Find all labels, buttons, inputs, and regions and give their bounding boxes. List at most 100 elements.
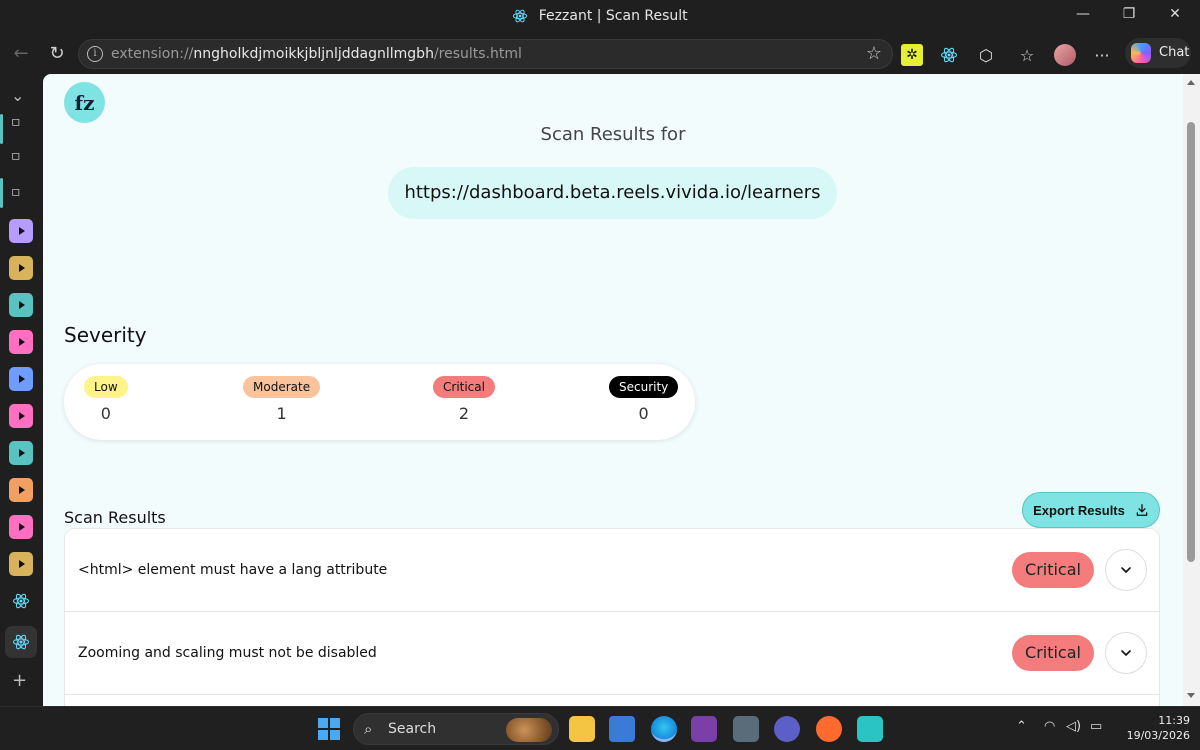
minimize-button[interactable]: — xyxy=(1060,6,1106,22)
severity-badge: Moderate xyxy=(243,376,321,398)
severity-count: 0 xyxy=(638,404,649,423)
window-title: Fezzant | Scan Result xyxy=(0,8,1200,24)
favorites-icon[interactable]: ☆ xyxy=(1016,44,1038,66)
clock-time: 11:39 xyxy=(1158,714,1190,727)
wifi-icon[interactable]: ◠ xyxy=(1044,719,1055,734)
tab-page-icon[interactable]: ▫ xyxy=(11,184,21,200)
windows-taskbar: ⌕ Search ⌃ ◠ ◁) ▭ 11:39 19/03/2026 xyxy=(0,706,1200,750)
tab-react-active-icon[interactable] xyxy=(5,626,37,658)
collapse-chevron-icon[interactable]: ⌄ xyxy=(11,86,24,105)
back-arrow-icon[interactable]: ← xyxy=(8,42,34,66)
window-title-text: Fezzant | Scan Result xyxy=(538,8,688,24)
scan-results-list: <html> element must have a lang attribut… xyxy=(64,528,1160,706)
tab-play-icon[interactable] xyxy=(9,293,33,317)
reload-icon[interactable]: ↻ xyxy=(44,42,70,66)
export-results-button[interactable]: Export Results xyxy=(1022,492,1160,528)
profile-avatar[interactable] xyxy=(1054,44,1076,66)
tab-play-icon[interactable] xyxy=(9,478,33,502)
tab-react-icon[interactable] xyxy=(9,589,33,613)
react-icon xyxy=(513,9,528,23)
severity-badge: Critical xyxy=(433,376,495,398)
restore-button[interactable]: ❐ xyxy=(1106,6,1152,22)
edge-browser-icon[interactable] xyxy=(651,716,677,742)
tab-play-icon[interactable] xyxy=(9,515,33,539)
result-severity-badge: Critical xyxy=(1012,635,1094,671)
download-icon xyxy=(1136,504,1148,516)
url-host: nngholkdjmoikkjbljnljddagnllmgbh xyxy=(193,46,434,62)
severity-count: 2 xyxy=(458,404,470,423)
active-tab-marker xyxy=(0,114,3,144)
taskbar-search-label: Search xyxy=(388,721,437,737)
clock-date: 19/03/2026 xyxy=(1126,729,1190,742)
battery-icon[interactable]: ▭ xyxy=(1090,719,1102,734)
volume-icon[interactable]: ◁) xyxy=(1066,719,1081,734)
scrollbar-thumb[interactable] xyxy=(1187,122,1195,562)
scan-results-for-label: Scan Results for xyxy=(540,124,686,145)
result-row: <html> element must have a lang attribut… xyxy=(65,529,1159,612)
expand-chevron-button[interactable] xyxy=(1105,549,1147,591)
chat-label: Chat xyxy=(1159,45,1190,60)
more-menu-icon[interactable]: ··· xyxy=(1091,44,1113,66)
search-highlight-image xyxy=(506,718,552,742)
severity-count: 0 xyxy=(100,404,111,423)
scanned-url: https://dashboard.beta.reels.vivida.io/l… xyxy=(388,167,837,219)
info-icon[interactable]: i xyxy=(87,46,103,62)
app-lightning-icon[interactable] xyxy=(857,716,883,742)
severity-badge: Low xyxy=(84,376,128,398)
severity-moderate: Moderate 1 xyxy=(243,376,321,423)
page-scrollbar[interactable] xyxy=(1183,74,1200,706)
url-prefix: extension:// xyxy=(111,46,194,62)
severity-summary-card: Low 0 Moderate 1 Critical 2 Security 0 xyxy=(64,364,695,440)
taskbar-search-box[interactable]: ⌕ Search xyxy=(353,713,559,745)
severity-badge: Security xyxy=(609,376,679,398)
result-title: <html> element must have a lang attribut… xyxy=(78,562,388,578)
tab-page-icon[interactable]: ▫ xyxy=(11,114,21,130)
expand-chevron-button[interactable] xyxy=(1105,632,1147,674)
url-path: /results.html xyxy=(433,46,522,62)
new-tab-plus-icon[interactable]: + xyxy=(12,670,27,691)
tab-play-icon[interactable] xyxy=(9,256,33,280)
chevron-down-icon xyxy=(1121,650,1131,656)
tab-play-icon[interactable] xyxy=(9,330,33,354)
address-bar[interactable]: i extension://nngholkdjmoikkjbljnljddagn… xyxy=(78,39,893,69)
tab-play-icon[interactable] xyxy=(9,219,33,243)
microsoft-store-icon[interactable] xyxy=(609,716,635,742)
tab-play-icon[interactable] xyxy=(9,552,33,576)
copilot-icon xyxy=(1131,43,1151,63)
tab-play-icon[interactable] xyxy=(9,441,33,465)
tray-chevron-up-icon[interactable]: ⌃ xyxy=(1016,719,1027,734)
active-tab-marker xyxy=(0,178,3,208)
result-row: Zooming and scaling must not be disabled… xyxy=(65,612,1159,695)
scan-results-heading: Scan Results xyxy=(64,508,166,527)
severity-critical: Critical 2 xyxy=(433,376,495,423)
page-content: fz Scan Results for https://dashboard.be… xyxy=(43,74,1183,706)
file-explorer-icon[interactable] xyxy=(569,716,595,742)
result-title: Zooming and scaling must not be disabled xyxy=(78,645,377,661)
browser-toolbar: ← ↻ i extension://nngholkdjmoikkjbljnljd… xyxy=(0,34,1200,74)
copilot-chat-button[interactable]: Chat xyxy=(1125,38,1191,68)
scroll-down-arrow-icon[interactable] xyxy=(1187,693,1195,698)
severity-low: Low 0 xyxy=(84,376,128,423)
taskbar-clock[interactable]: 11:39 19/03/2026 xyxy=(1118,713,1190,743)
export-results-label: Export Results xyxy=(1033,502,1125,518)
tab-play-icon[interactable] xyxy=(9,404,33,428)
scroll-up-arrow-icon[interactable] xyxy=(1187,80,1195,85)
vertical-tabs-sidebar: ⌄ ▫ ▫ ▫ + xyxy=(0,74,42,706)
fezzant-logo: fz xyxy=(64,82,105,123)
extension-yellow-icon[interactable]: ✲ xyxy=(901,44,923,66)
react-devtools-icon[interactable] xyxy=(938,44,960,66)
severity-security: Security 0 xyxy=(609,376,679,423)
postman-icon[interactable] xyxy=(816,716,842,742)
onenote-icon[interactable] xyxy=(691,716,717,742)
teams-icon[interactable] xyxy=(774,716,800,742)
tab-page-icon[interactable]: ▫ xyxy=(11,148,21,164)
calculator-icon[interactable] xyxy=(733,716,759,742)
search-icon: ⌕ xyxy=(364,720,373,738)
close-button[interactable]: ✕ xyxy=(1152,6,1198,22)
tab-play-icon[interactable] xyxy=(9,367,33,391)
windows-start-icon[interactable] xyxy=(318,718,340,740)
favorite-star-icon[interactable]: ☆ xyxy=(866,43,882,64)
extensions-puzzle-icon[interactable]: ⬡ xyxy=(975,44,997,66)
result-severity-badge: Critical xyxy=(1012,552,1094,588)
address-url[interactable]: extension://nngholkdjmoikkjbljnljddagnll… xyxy=(111,46,522,62)
